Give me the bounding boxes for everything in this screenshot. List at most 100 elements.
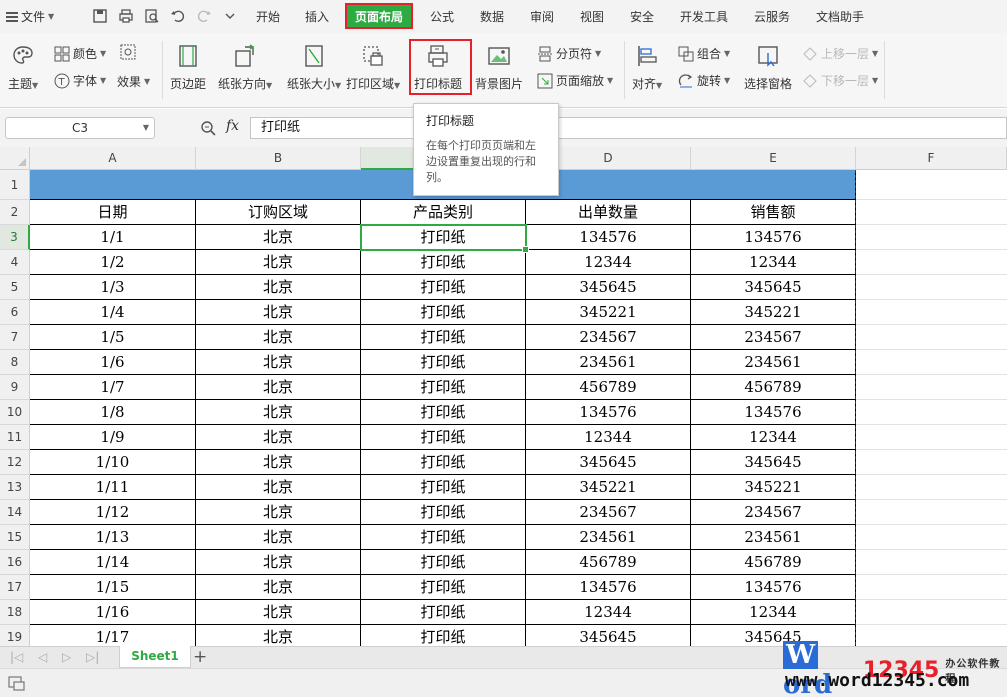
empty-cell[interactable] bbox=[856, 300, 1007, 325]
column-header-a[interactable]: A bbox=[30, 147, 196, 170]
row-header-5[interactable]: 5 bbox=[0, 275, 30, 300]
data-cell[interactable]: 北京 bbox=[196, 575, 361, 600]
tab-formulas[interactable]: 公式 bbox=[430, 8, 454, 25]
data-cell[interactable]: 345645 bbox=[526, 275, 691, 300]
tab-insert[interactable]: 插入 bbox=[305, 8, 329, 25]
font-button[interactable]: T 字体 ▼ bbox=[54, 72, 106, 89]
print-icon[interactable] bbox=[116, 6, 136, 26]
data-cell[interactable]: 北京 bbox=[196, 400, 361, 425]
row-header-9[interactable]: 9 bbox=[0, 375, 30, 400]
data-cell[interactable]: 打印纸 bbox=[361, 625, 526, 647]
data-cell[interactable]: 1/3 bbox=[30, 275, 196, 300]
data-cell[interactable]: 1/2 bbox=[30, 250, 196, 275]
colors-button[interactable]: 颜色 ▼ bbox=[54, 45, 106, 62]
row-header-3[interactable]: 3 bbox=[0, 225, 30, 250]
row-header-17[interactable]: 17 bbox=[0, 575, 30, 600]
spreadsheet-grid[interactable]: ABCDEF12345678910111213141516171819XX公司日… bbox=[0, 147, 1007, 647]
row-header-15[interactable]: 15 bbox=[0, 525, 30, 550]
header-cell[interactable]: 销售额 bbox=[691, 200, 856, 225]
select-all-corner[interactable] bbox=[0, 147, 30, 170]
data-cell[interactable]: 1/12 bbox=[30, 500, 196, 525]
paper-size-button[interactable]: 纸张大小▼ bbox=[287, 43, 341, 92]
send-backward-button[interactable]: 下移一层 ▼ bbox=[802, 72, 878, 89]
tab-view[interactable]: 视图 bbox=[580, 8, 604, 25]
data-cell[interactable]: 12344 bbox=[691, 425, 856, 450]
tab-security[interactable]: 安全 bbox=[630, 8, 654, 25]
row-header-8[interactable]: 8 bbox=[0, 350, 30, 375]
data-cell[interactable]: 北京 bbox=[196, 325, 361, 350]
data-cell[interactable]: 134576 bbox=[526, 400, 691, 425]
empty-cell[interactable] bbox=[856, 250, 1007, 275]
data-cell[interactable]: 1/15 bbox=[30, 575, 196, 600]
tab-page-layout[interactable]: 页面布局 bbox=[344, 3, 414, 29]
data-cell[interactable]: 345645 bbox=[691, 450, 856, 475]
row-header-13[interactable]: 13 bbox=[0, 475, 30, 500]
add-sheet-button[interactable]: + bbox=[193, 647, 207, 667]
data-cell[interactable]: 打印纸 bbox=[361, 600, 526, 625]
prev-sheet-icon[interactable]: ◁ bbox=[38, 650, 47, 664]
data-cell[interactable]: 234561 bbox=[691, 525, 856, 550]
data-cell[interactable]: 打印纸 bbox=[361, 575, 526, 600]
data-cell[interactable]: 北京 bbox=[196, 625, 361, 647]
rotate-button[interactable]: 旋转 ▼ bbox=[678, 72, 730, 89]
data-cell[interactable]: 12344 bbox=[691, 600, 856, 625]
group-button[interactable]: 组合 ▼ bbox=[678, 45, 730, 62]
macro-icon[interactable] bbox=[8, 675, 26, 691]
data-cell[interactable]: 北京 bbox=[196, 525, 361, 550]
empty-cell[interactable] bbox=[856, 200, 1007, 225]
data-cell[interactable]: 134576 bbox=[691, 400, 856, 425]
column-header-e[interactable]: E bbox=[691, 147, 856, 170]
data-cell[interactable]: 打印纸 bbox=[361, 400, 526, 425]
first-sheet-icon[interactable]: |◁ bbox=[10, 650, 23, 664]
row-header-12[interactable]: 12 bbox=[0, 450, 30, 475]
row-header-19[interactable]: 19 bbox=[0, 625, 30, 647]
data-cell[interactable]: 1/14 bbox=[30, 550, 196, 575]
data-cell[interactable]: 北京 bbox=[196, 275, 361, 300]
empty-cell[interactable] bbox=[856, 225, 1007, 250]
row-header-6[interactable]: 6 bbox=[0, 300, 30, 325]
data-cell[interactable]: 234561 bbox=[691, 350, 856, 375]
empty-cell[interactable] bbox=[856, 600, 1007, 625]
tab-developer[interactable]: 开发工具 bbox=[680, 8, 728, 25]
data-cell[interactable]: 134576 bbox=[526, 225, 691, 250]
name-box[interactable]: C3 ▼ bbox=[5, 117, 155, 139]
empty-cell[interactable] bbox=[856, 550, 1007, 575]
row-header-10[interactable]: 10 bbox=[0, 400, 30, 425]
tab-cloud[interactable]: 云服务 bbox=[754, 8, 790, 25]
data-cell[interactable]: 345645 bbox=[526, 625, 691, 647]
data-cell[interactable]: 打印纸 bbox=[361, 250, 526, 275]
save-icon[interactable] bbox=[90, 6, 110, 26]
next-sheet-icon[interactable]: ▷ bbox=[62, 650, 71, 664]
data-cell[interactable]: 打印纸 bbox=[361, 450, 526, 475]
empty-cell[interactable] bbox=[856, 500, 1007, 525]
header-cell[interactable]: 日期 bbox=[30, 200, 196, 225]
orientation-button[interactable]: 纸张方向▼ bbox=[218, 43, 272, 92]
data-cell[interactable]: 12344 bbox=[691, 250, 856, 275]
empty-cell[interactable] bbox=[856, 475, 1007, 500]
data-cell[interactable]: 北京 bbox=[196, 500, 361, 525]
data-cell[interactable]: 打印纸 bbox=[361, 350, 526, 375]
data-cell[interactable]: 12344 bbox=[526, 250, 691, 275]
data-cell[interactable]: 1/4 bbox=[30, 300, 196, 325]
data-cell[interactable]: 北京 bbox=[196, 600, 361, 625]
data-cell[interactable]: 1/6 bbox=[30, 350, 196, 375]
data-cell[interactable]: 打印纸 bbox=[361, 525, 526, 550]
data-cell[interactable]: 1/1 bbox=[30, 225, 196, 250]
data-cell[interactable]: 1/5 bbox=[30, 325, 196, 350]
data-cell[interactable]: 北京 bbox=[196, 425, 361, 450]
data-cell[interactable]: 456789 bbox=[691, 550, 856, 575]
bring-forward-button[interactable]: 上移一层 ▼ bbox=[802, 45, 878, 62]
data-cell[interactable]: 234567 bbox=[691, 325, 856, 350]
data-cell[interactable]: 打印纸 bbox=[361, 300, 526, 325]
cell-f1[interactable] bbox=[856, 170, 1007, 200]
data-cell[interactable]: 456789 bbox=[691, 375, 856, 400]
header-cell[interactable]: 订购区域 bbox=[196, 200, 361, 225]
data-cell[interactable]: 打印纸 bbox=[361, 375, 526, 400]
empty-cell[interactable] bbox=[856, 450, 1007, 475]
empty-cell[interactable] bbox=[856, 350, 1007, 375]
tab-home[interactable]: 开始 bbox=[256, 8, 280, 25]
data-cell[interactable]: 345645 bbox=[526, 450, 691, 475]
data-cell[interactable]: 打印纸 bbox=[361, 275, 526, 300]
effects-icon-button[interactable] bbox=[120, 44, 136, 60]
data-cell[interactable]: 134576 bbox=[691, 225, 856, 250]
